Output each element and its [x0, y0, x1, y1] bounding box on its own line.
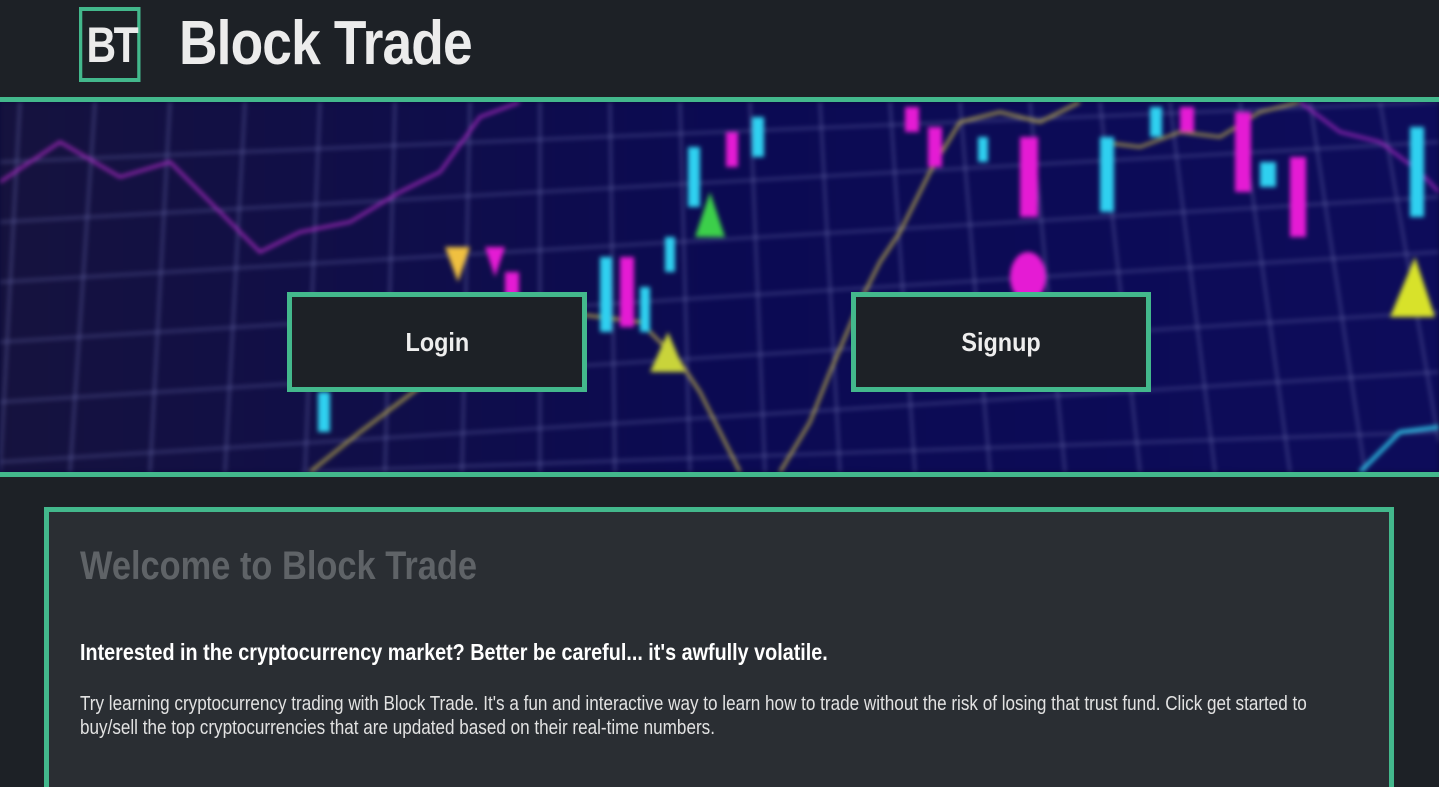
- login-button-label: Login: [405, 326, 469, 357]
- login-button[interactable]: Login: [287, 292, 587, 392]
- bt-logo[interactable]: BT: [79, 7, 141, 82]
- welcome-title: Welcome to Block Trade: [80, 544, 477, 588]
- signup-button-label: Signup: [961, 326, 1041, 357]
- brand-name[interactable]: Block Trade: [179, 4, 473, 84]
- site-header: BT Block Trade: [0, 0, 1439, 98]
- logo-text: BT: [86, 16, 139, 73]
- candlestick-chart-background-image: [0, 102, 1439, 472]
- signup-button[interactable]: Signup: [851, 292, 1151, 392]
- welcome-subtitle: Interested in the cryptocurrency market?…: [80, 639, 828, 665]
- welcome-description: Try learning cryptocurrency trading with…: [80, 693, 1307, 739]
- hero-banner: Login Signup: [0, 97, 1439, 477]
- welcome-panel: Welcome to Block Trade Interested in the…: [44, 507, 1394, 787]
